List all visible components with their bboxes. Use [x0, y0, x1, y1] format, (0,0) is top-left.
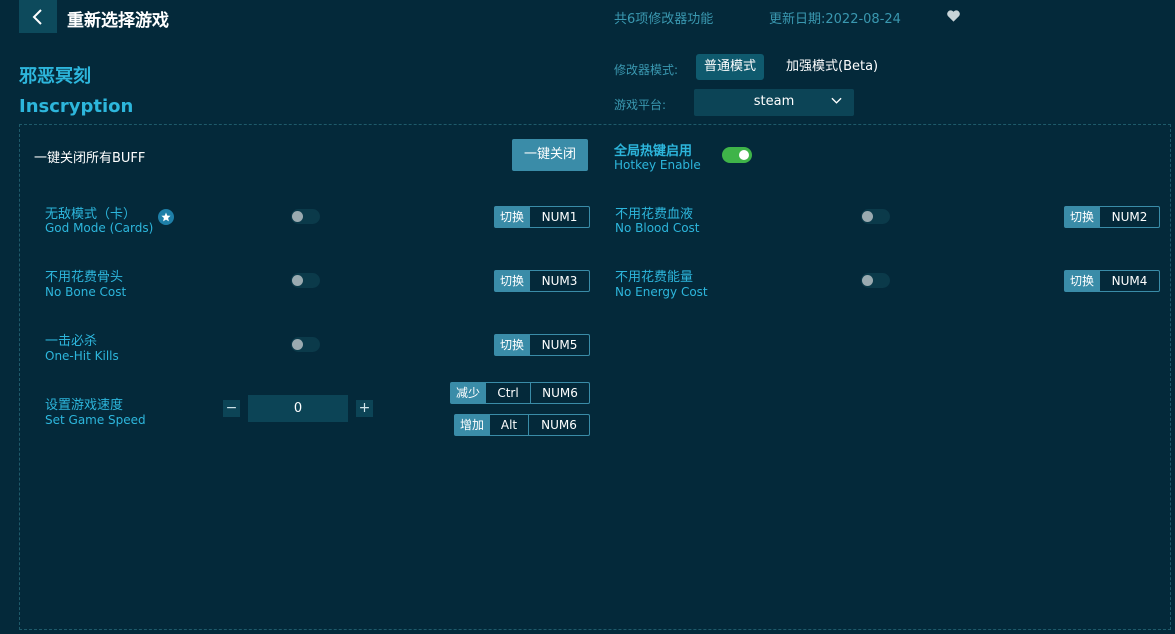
hotkey-tag: 减少: [451, 383, 486, 403]
chevron-down-icon: [831, 97, 842, 104]
hotkey-num2[interactable]: 切换 NUM2: [1064, 206, 1160, 228]
speed-label-cn: 设置游戏速度: [45, 398, 124, 413]
speed-label-en: Set Game Speed: [45, 413, 146, 427]
hotkey-tag: 切换: [495, 271, 530, 291]
speed-input[interactable]: 0: [248, 395, 348, 422]
feature-count: 共6项修改器功能: [614, 12, 714, 27]
hotkey-modifier: Ctrl: [485, 383, 530, 403]
hotkey-key: NUM4: [1099, 271, 1159, 291]
no-blood-cost-toggle[interactable]: [861, 209, 890, 224]
hotkey-tag: 切换: [495, 335, 530, 355]
hotkey-label-cn: 全局热键启用: [614, 144, 693, 159]
back-button[interactable]: [19, 0, 57, 33]
normal-mode-button[interactable]: 普通模式: [696, 54, 765, 80]
speed-decrease-button[interactable]: −: [223, 400, 240, 417]
option-label-cn: 无敌模式（卡）: [45, 207, 137, 222]
hotkey-speed-decrease[interactable]: 减少 Ctrl NUM6: [450, 382, 590, 404]
option-label-en: God Mode (Cards): [45, 221, 154, 235]
mode-label: 修改器模式:: [614, 63, 679, 77]
god-mode-toggle[interactable]: [291, 209, 320, 224]
hotkey-toggle[interactable]: [722, 147, 752, 163]
platform-value: steam: [753, 94, 795, 109]
beta-mode-button[interactable]: 加强模式(Beta): [778, 54, 886, 80]
hotkey-tag: 切换: [495, 207, 530, 227]
option-label-cn: 一击必杀: [45, 334, 98, 349]
option-label-cn: 不用花费骨头: [45, 270, 124, 285]
toggle-knob: [292, 211, 303, 222]
option-label-en: No Bone Cost: [45, 285, 127, 299]
one-hit-kills-toggle[interactable]: [291, 337, 320, 352]
hotkey-tag: 增加: [455, 415, 490, 435]
star-icon: [158, 209, 174, 225]
chevron-left-icon: [32, 8, 42, 25]
hotkey-key: NUM1: [529, 207, 589, 227]
update-date: 更新日期:2022-08-24: [769, 12, 901, 27]
hotkey-tag: 切换: [1065, 207, 1100, 227]
close-all-buff-button[interactable]: 一键关闭: [512, 139, 588, 171]
speed-increase-button[interactable]: +: [356, 400, 373, 417]
no-bone-cost-toggle[interactable]: [291, 273, 320, 288]
toggle-knob: [862, 275, 873, 286]
platform-select[interactable]: steam: [694, 89, 854, 116]
toggle-knob: [292, 339, 303, 350]
game-name-en: Inscryption: [19, 96, 134, 117]
hotkey-num4[interactable]: 切换 NUM4: [1064, 270, 1160, 292]
toggle-knob: [739, 150, 749, 160]
hotkey-num1[interactable]: 切换 NUM1: [494, 206, 590, 228]
hotkey-num3[interactable]: 切换 NUM3: [494, 270, 590, 292]
no-energy-cost-toggle[interactable]: [861, 273, 890, 288]
hotkey-key: NUM3: [529, 271, 589, 291]
game-name-cn: 邪恶冥刻: [19, 66, 91, 87]
hotkey-tag: 切换: [1065, 271, 1100, 291]
page-title: 重新选择游戏: [67, 11, 169, 31]
hotkey-label-en: Hotkey Enable: [614, 158, 701, 172]
option-label-en: No Energy Cost: [615, 285, 708, 299]
heart-icon: [947, 10, 960, 22]
platform-label: 游戏平台:: [614, 98, 667, 112]
toggle-knob: [292, 275, 303, 286]
hotkey-key: NUM6: [530, 383, 589, 403]
hotkey-key: NUM2: [1099, 207, 1159, 227]
hotkey-key: NUM5: [529, 335, 589, 355]
hotkey-key: NUM6: [528, 415, 589, 435]
options-panel: [19, 124, 1171, 630]
hotkey-speed-increase[interactable]: 增加 Alt NUM6: [454, 414, 590, 436]
favorite-button[interactable]: [946, 8, 961, 27]
option-label-cn: 不用花费能量: [615, 270, 694, 285]
option-label-en: One-Hit Kills: [45, 349, 119, 363]
option-label-cn: 不用花费血液: [615, 207, 694, 222]
option-label-en: No Blood Cost: [615, 221, 700, 235]
toggle-knob: [862, 211, 873, 222]
hotkey-num5[interactable]: 切换 NUM5: [494, 334, 590, 356]
buff-label: 一键关闭所有BUFF: [34, 151, 146, 166]
hotkey-modifier: Alt: [489, 415, 528, 435]
